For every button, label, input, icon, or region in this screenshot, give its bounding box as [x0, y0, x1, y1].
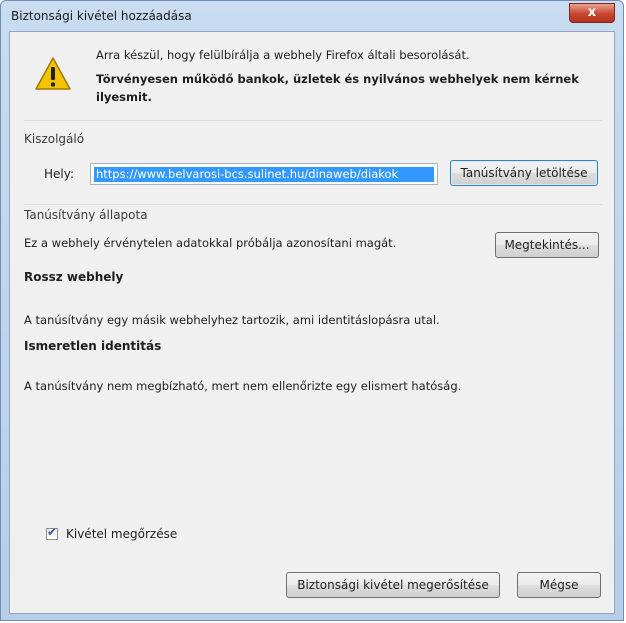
confirm-exception-button[interactable]: Biztonsági kivétel megerősítése [286, 572, 500, 598]
dialog-body: Arra készül, hogy felülbírálja a webhely… [9, 31, 615, 614]
close-icon: x [587, 5, 597, 20]
close-button[interactable]: x [569, 3, 615, 23]
view-certificate-button[interactable]: Megtekintés... [495, 232, 599, 258]
window-title: Biztonsági kivétel hozzáadása [11, 9, 192, 23]
download-certificate-button[interactable]: Tanúsítvány letöltése [450, 160, 598, 186]
issue-title: Ismeretlen identitás [24, 339, 162, 353]
issue-description: A tanúsítvány nem megbízható, mert nem e… [24, 379, 462, 393]
title-bar[interactable]: Biztonsági kivétel hozzáadása x [1, 1, 623, 31]
separator [24, 120, 602, 121]
server-group-label: Kiszolgáló [24, 132, 85, 146]
location-label: Hely: [44, 167, 75, 181]
issue-description: A tanúsítvány egy másik webhelyhez tarto… [24, 313, 440, 327]
permanent-label[interactable]: Kivétel megőrzése [66, 527, 177, 541]
check-icon: ✔ [47, 525, 58, 539]
cancel-label: Mégse [539, 578, 579, 592]
location-input-value: https://www.belvarosi-bcs.sulinet.hu/din… [94, 167, 434, 182]
download-certificate-label: Tanúsítvány letöltése [460, 166, 588, 180]
dialog-window: Biztonsági kivétel hozzáadása x Arra kés… [0, 0, 624, 621]
location-input[interactable]: https://www.belvarosi-bcs.sulinet.hu/din… [90, 163, 438, 185]
confirm-exception-label: Biztonsági kivétel megerősítése [297, 578, 489, 592]
warning-icon [35, 57, 71, 90]
view-certificate-label: Megtekintés... [504, 238, 590, 252]
issue-title: Rossz webhely [24, 270, 124, 284]
cancel-button[interactable]: Mégse [517, 572, 601, 598]
warning-text: Arra készül, hogy felülbírálja a webhely… [96, 48, 470, 62]
separator [24, 204, 602, 205]
warning-bold-text-cont: ilyesmit. [96, 90, 152, 104]
warning-bold-text: Törvényesen működő bankok, üzletek és ny… [96, 72, 579, 86]
cert-status-group-label: Tanúsítvány állapota [24, 208, 148, 222]
cert-summary-text: Ez a webhely érvénytelen adatokkal próbá… [24, 236, 397, 250]
permanent-checkbox[interactable]: ✔ [46, 525, 58, 540]
